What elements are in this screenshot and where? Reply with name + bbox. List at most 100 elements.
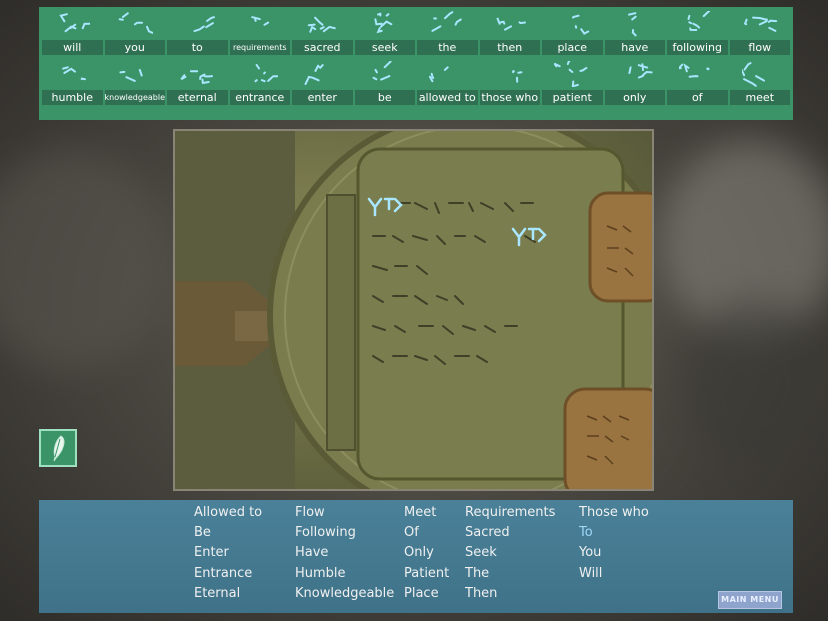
glossary-entry[interactable]: entrance [229, 59, 292, 107]
glossary-word-label: enter [292, 90, 353, 105]
word-bank-item[interactable]: Eternal [194, 584, 262, 604]
glossary-entry[interactable]: following [666, 9, 729, 57]
word-column-4: Requirements Sacred Seek The Then [465, 503, 555, 604]
glossary-word-label: following [667, 40, 728, 55]
glossary-entry[interactable]: requirements [229, 9, 292, 57]
glossary-entry[interactable]: to [166, 9, 229, 57]
quill-button[interactable] [39, 429, 77, 467]
word-bank-item[interactable]: Meet [404, 503, 449, 523]
main-menu-button[interactable]: MAIN MENU [718, 591, 782, 609]
word-bank-item[interactable]: You [579, 543, 649, 563]
word-bank-item[interactable]: Enter [194, 543, 262, 563]
glyph-icon [250, 16, 269, 26]
word-bank-item[interactable]: Those who [579, 503, 649, 523]
glossary-entry[interactable]: sacred [291, 9, 354, 57]
glossary-word-label: knowledgeable [104, 90, 165, 105]
glossary-entry[interactable]: only [604, 59, 667, 107]
word-bank-panel: Allowed to Be Enter Entrance Eternal Flow Fol… [39, 500, 793, 613]
word-bank-item[interactable]: Entrance [194, 564, 262, 584]
glossary-entry[interactable]: flow [729, 9, 792, 57]
glossary-word-label: entrance [229, 90, 290, 105]
stone-tablet-art [175, 131, 652, 489]
carved-block-top [588, 191, 652, 303]
word-bank-item[interactable]: Then [465, 584, 555, 604]
glossary-word-label: humble [42, 90, 103, 105]
glossary-word-label: eternal [167, 90, 228, 105]
glossary-word-label: of [667, 90, 728, 105]
glossary-word-label: you [104, 40, 165, 55]
word-bank-item[interactable]: Have [295, 543, 394, 563]
word-bank-item[interactable]: Allowed to [194, 503, 262, 523]
glossary-entry[interactable]: meet [729, 59, 792, 107]
glossary-entry[interactable]: the [416, 9, 479, 57]
word-bank-item[interactable]: Humble [295, 564, 394, 584]
word-bank-item[interactable]: The [465, 564, 555, 584]
word-column-5: Those who To You Will [579, 503, 649, 584]
glyph-icon [571, 14, 590, 35]
glyph-icon [254, 63, 278, 83]
word-bank-item[interactable]: Requirements [465, 503, 555, 523]
word-bank-item[interactable]: Sacred [465, 523, 555, 543]
word-bank-item[interactable]: To [579, 523, 649, 543]
background-blob [680, 300, 828, 470]
glossary-entry[interactable]: seek [354, 9, 417, 57]
glyph-icon [304, 64, 324, 85]
word-bank-item[interactable]: Be [194, 523, 262, 543]
glossary-entry[interactable]: knowledgeable [104, 59, 167, 107]
glyph-icon [743, 16, 777, 32]
glyph-icon [193, 16, 215, 33]
word-bank-item[interactable]: Knowledgeable [295, 584, 394, 604]
word-bank-item[interactable]: Patient [404, 564, 449, 584]
glossary-entry[interactable]: you [104, 9, 167, 57]
word-bank-item[interactable]: Seek [465, 543, 555, 563]
word-bank-item[interactable]: Following [295, 523, 394, 543]
glyph-icon [511, 70, 522, 83]
glossary-entry[interactable]: humble [41, 59, 104, 107]
glossary-word-label: patient [542, 90, 603, 105]
glossary-word-label: to [167, 40, 228, 55]
glyph-icon [741, 62, 765, 87]
word-column-1: Allowed to Be Enter Entrance Eternal [194, 503, 262, 604]
glossary-word-label: be [354, 90, 415, 105]
glossary-entry[interactable]: enter [291, 59, 354, 107]
glossary-entry[interactable]: of [666, 59, 729, 107]
glossary-word-label: will [42, 40, 103, 55]
glossary-entry[interactable]: will [41, 9, 104, 57]
glossary-word-label: only [604, 90, 665, 105]
glossary-row-2: humble knowledgeable eternal entrance enter b… [41, 59, 791, 107]
word-bank-item[interactable]: Of [404, 523, 449, 543]
glyph-icon [687, 11, 711, 31]
glossary-entry[interactable]: allowed to [416, 59, 479, 107]
glossary-word-label: place [542, 40, 603, 55]
glyph-icon [679, 63, 710, 78]
glyph-icon [431, 11, 462, 32]
glossary-entry[interactable]: patient [541, 59, 604, 107]
glossary-word-label: meet [729, 90, 790, 105]
glossary-word-label: the [417, 40, 478, 55]
inscription-side-slot [326, 194, 356, 451]
glyph-icon [495, 17, 526, 31]
glossary-word-label: allowed to [417, 90, 478, 105]
glyph-icon [372, 61, 392, 81]
glossary-word-label: then [479, 40, 540, 55]
glyph-icon [180, 70, 213, 85]
stone-tablet-scene[interactable] [173, 129, 654, 491]
glossary-word-label: have [604, 40, 665, 55]
glyph-icon [118, 12, 153, 34]
word-column-3: Meet Of Only Patient Place [404, 503, 449, 604]
glossary-entry[interactable]: then [479, 9, 542, 57]
glossary-entry[interactable]: place [541, 9, 604, 57]
glossary-word-label: those who [479, 90, 540, 105]
glossary-word-label: flow [729, 40, 790, 55]
glossary-entry[interactable]: be [354, 59, 417, 107]
glyph-icon [554, 61, 588, 87]
glossary-word-label: requirements [229, 40, 290, 55]
glossary-entry[interactable]: eternal [166, 59, 229, 107]
word-bank-item[interactable]: Place [404, 584, 449, 604]
word-bank-item[interactable]: Flow [295, 503, 394, 523]
glyph-icon [627, 12, 637, 37]
glossary-entry[interactable]: those who [479, 59, 542, 107]
word-bank-item[interactable]: Only [404, 543, 449, 563]
word-bank-item[interactable]: Will [579, 564, 649, 584]
glossary-entry[interactable]: have [604, 9, 667, 57]
